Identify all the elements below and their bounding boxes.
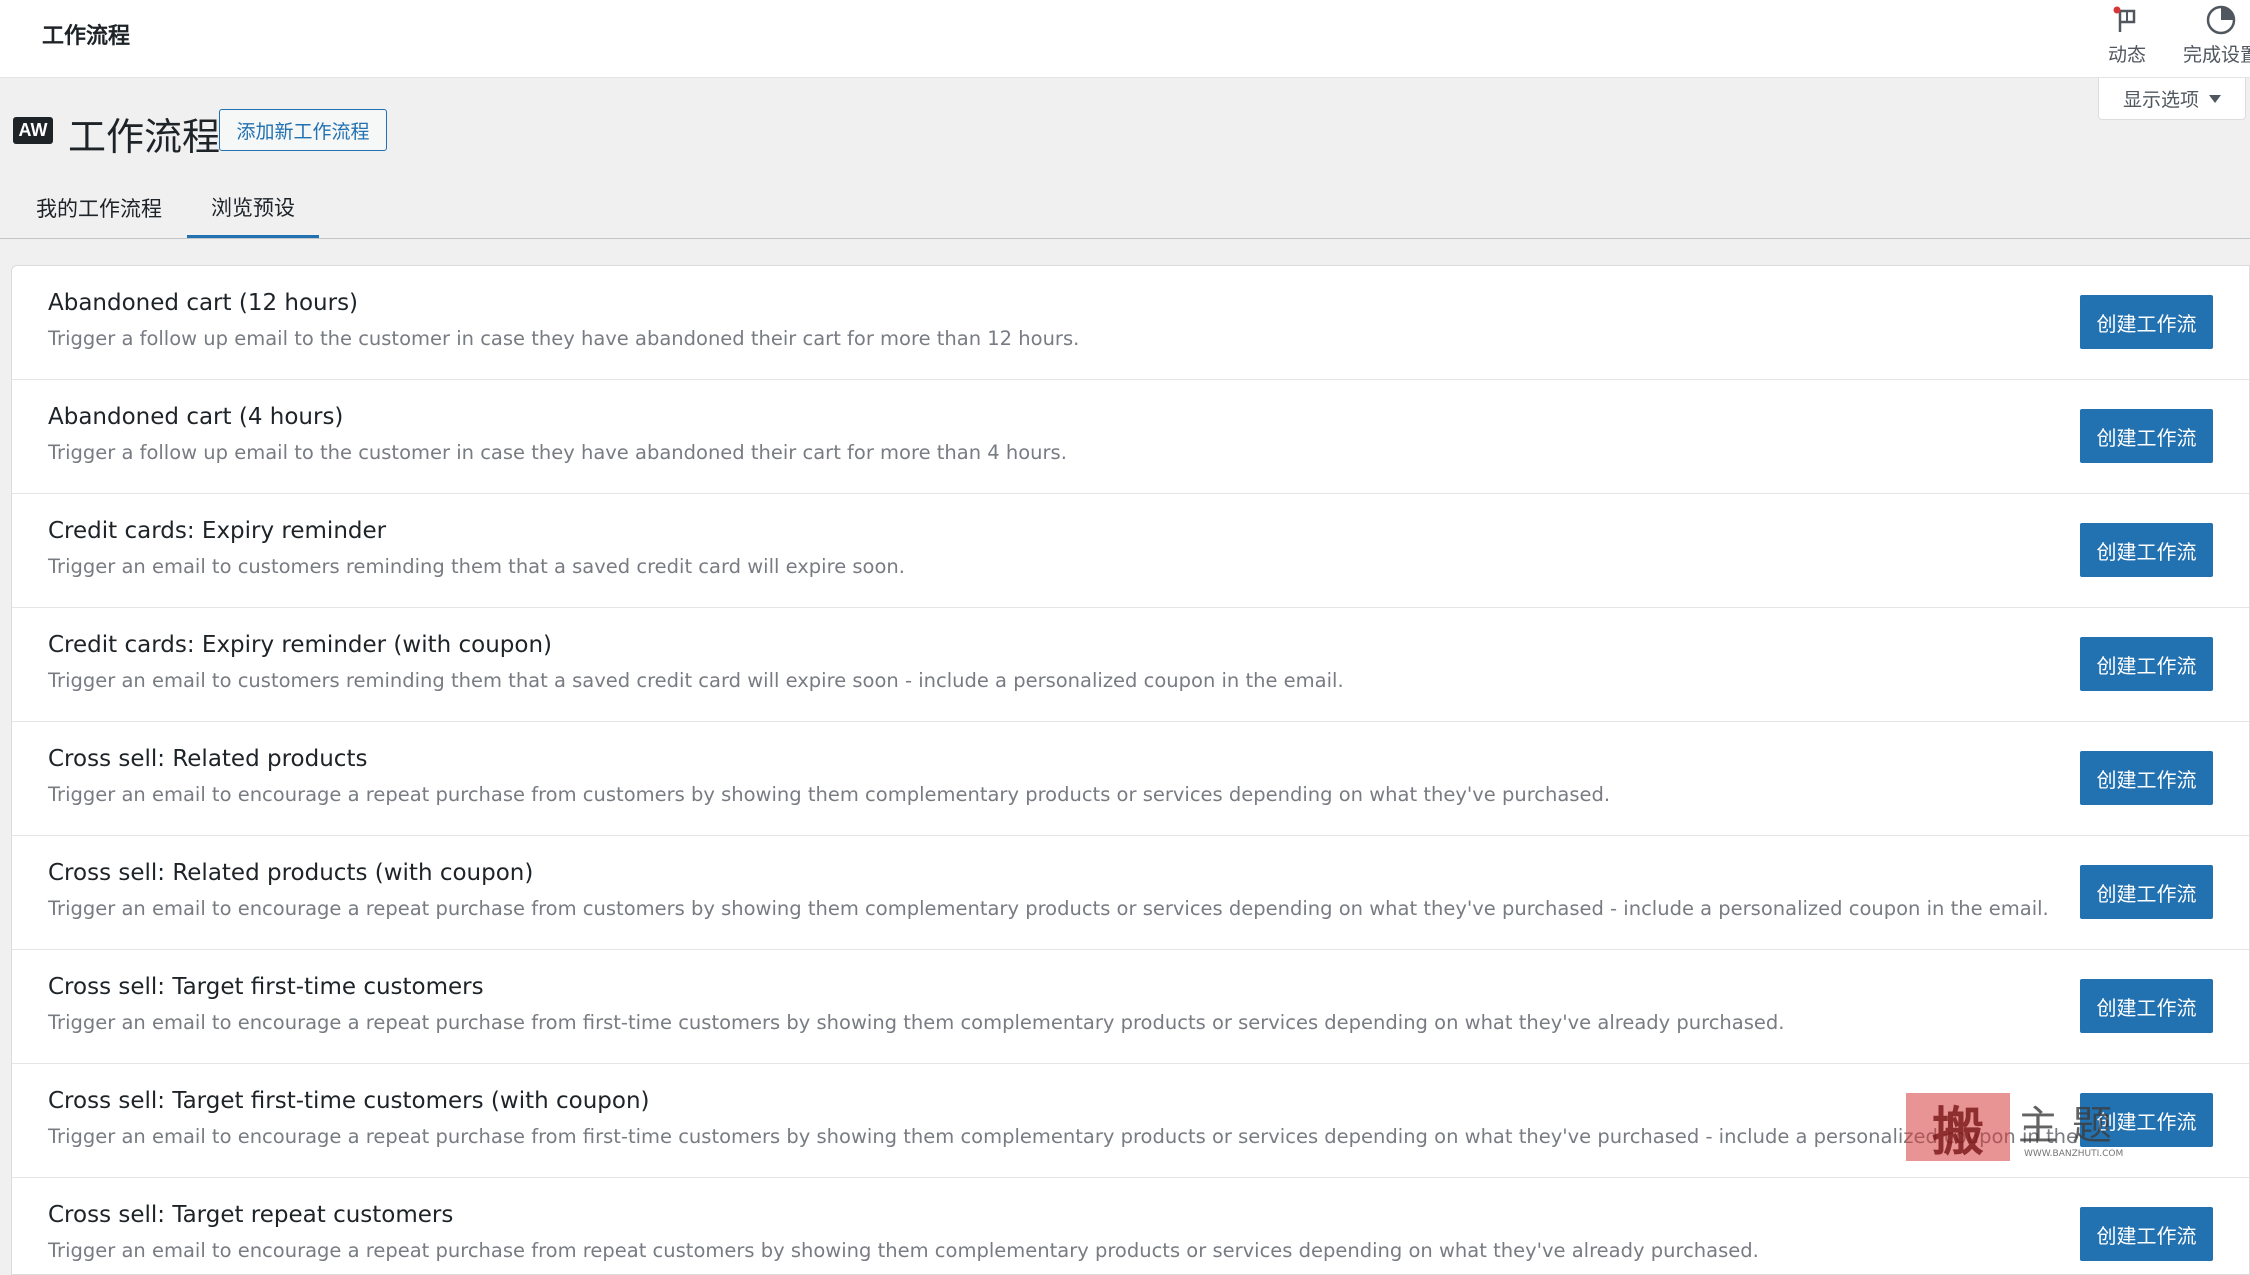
preset-title: Credit cards: Expiry reminder xyxy=(48,518,387,544)
tab-bar: 我的工作流程 浏览预设 xyxy=(0,178,2250,239)
flag-icon xyxy=(2112,0,2142,40)
preset-list: Abandoned cart (12 hours) Trigger a foll… xyxy=(11,265,2250,1275)
preset-description: Trigger a follow up email to the custome… xyxy=(48,327,1080,350)
create-workflow-button[interactable]: 创建工作流 xyxy=(2080,295,2213,349)
activity-label: 动态 xyxy=(2107,44,2146,66)
preset-description: Trigger a follow up email to the custome… xyxy=(48,441,1067,464)
preset-title: Cross sell: Related products xyxy=(48,746,368,772)
list-item: Cross sell: Target repeat customers Trig… xyxy=(12,1178,2249,1274)
preset-description: Trigger an email to encourage a repeat p… xyxy=(48,1125,2145,1148)
top-bar: 工作流程 动态 完成设置 xyxy=(0,0,2250,78)
create-workflow-button[interactable]: 创建工作流 xyxy=(2080,751,2213,805)
create-workflow-button[interactable]: 创建工作流 xyxy=(2080,523,2213,577)
list-item: Cross sell: Target first-time customers … xyxy=(12,950,2249,1064)
preset-description: Trigger an email to customers reminding … xyxy=(48,555,905,578)
list-item: Abandoned cart (12 hours) Trigger a foll… xyxy=(12,266,2249,380)
create-workflow-button[interactable]: 创建工作流 xyxy=(2080,409,2213,463)
preset-title: Cross sell: Target first-time customers xyxy=(48,974,484,1000)
list-item: Cross sell: Target first-time customers … xyxy=(12,1064,2249,1178)
create-workflow-button[interactable]: 创建工作流 xyxy=(2080,865,2213,919)
preset-description: Trigger an email to encourage a repeat p… xyxy=(48,783,1611,806)
preset-title: Abandoned cart (12 hours) xyxy=(48,290,359,316)
list-item: Credit cards: Expiry reminder (with coup… xyxy=(12,608,2249,722)
tab-my-workflows[interactable]: 我的工作流程 xyxy=(24,178,174,238)
create-workflow-button[interactable]: 创建工作流 xyxy=(2080,637,2213,691)
screen-options-label: 显示选项 xyxy=(2122,89,2199,111)
activity-button[interactable]: 动态 xyxy=(2100,0,2154,77)
preset-title: Cross sell: Related products (with coupo… xyxy=(48,860,534,886)
preset-title: Cross sell: Target repeat customers xyxy=(48,1202,454,1228)
finish-setup-label: 完成设置 xyxy=(2182,44,2250,66)
list-item: Credit cards: Expiry reminder Trigger an… xyxy=(12,494,2249,608)
topbar-title: 工作流程 xyxy=(42,24,131,49)
preset-description: Trigger an email to encourage a repeat p… xyxy=(48,1011,1785,1034)
tab-browse-presets[interactable]: 浏览预设 xyxy=(187,178,319,238)
create-workflow-button[interactable]: 创建工作流 xyxy=(2080,1093,2213,1147)
list-item: Abandoned cart (4 hours) Trigger a follo… xyxy=(12,380,2249,494)
preset-title: Cross sell: Target first-time customers … xyxy=(48,1088,650,1114)
screen-options-button[interactable]: 显示选项 xyxy=(2098,78,2246,120)
list-item: Cross sell: Related products Trigger an … xyxy=(12,722,2249,836)
finish-setup-button[interactable]: 完成设置 xyxy=(2176,0,2250,77)
aw-logo: AW xyxy=(13,117,53,144)
add-new-workflow-button[interactable]: 添加新工作流程 xyxy=(219,109,387,151)
preset-title: Credit cards: Expiry reminder (with coup… xyxy=(48,632,553,658)
page-title: 工作流程 xyxy=(68,115,221,159)
preset-description: Trigger an email to encourage a repeat p… xyxy=(48,897,2049,920)
preset-description: Trigger an email to customers reminding … xyxy=(48,669,1344,692)
caret-down-icon xyxy=(2209,94,2221,103)
preset-description: Trigger an email to encourage a repeat p… xyxy=(48,1239,1759,1262)
list-item: Cross sell: Related products (with coupo… xyxy=(12,836,2249,950)
progress-circle-icon xyxy=(2204,0,2238,40)
create-workflow-button[interactable]: 创建工作流 xyxy=(2080,979,2213,1033)
preset-title: Abandoned cart (4 hours) xyxy=(48,404,344,430)
create-workflow-button[interactable]: 创建工作流 xyxy=(2080,1207,2213,1261)
